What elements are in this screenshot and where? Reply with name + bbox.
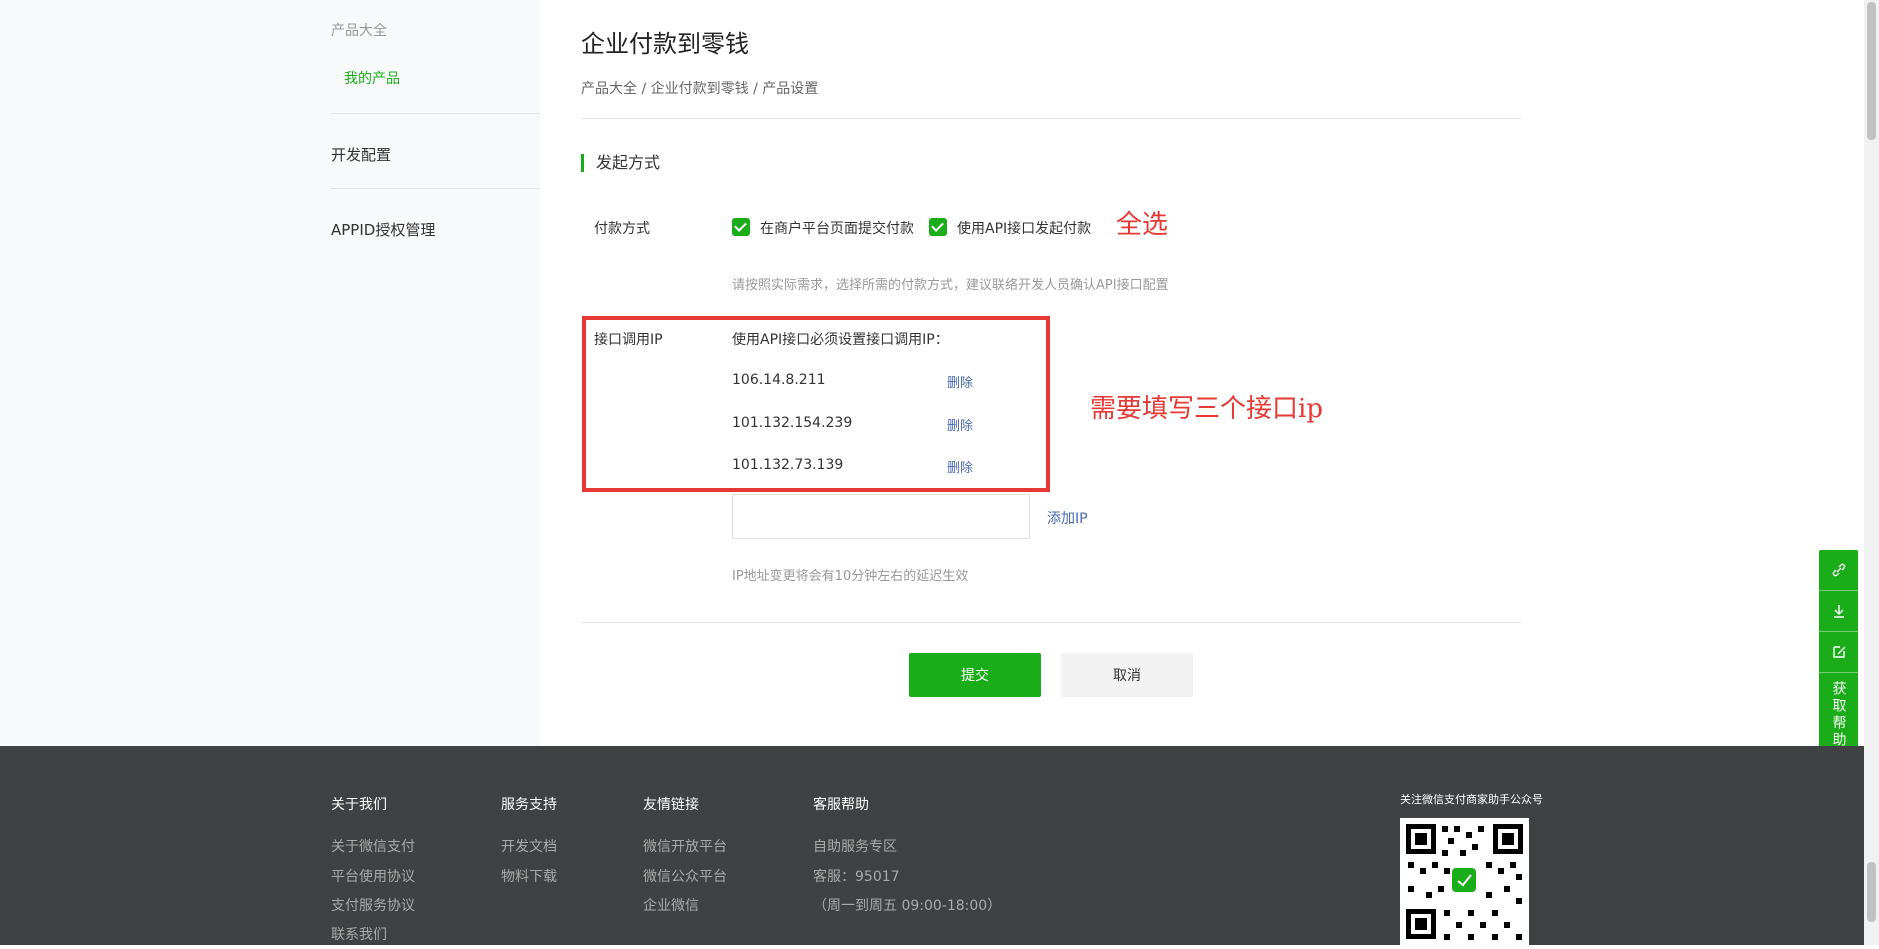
footer-col-about-title: 关于我们 [331,797,387,813]
checkbox-merchant-page-label[interactable]: 在商户平台页面提交付款 [760,218,914,238]
sidebar-section-header: 产品大全 [331,23,387,39]
footer-link[interactable]: 支付服务协议 [331,895,415,915]
sidebar-divider [331,188,540,189]
divider [581,118,1521,119]
edit-icon[interactable] [1819,632,1858,673]
qr-code [1400,818,1529,945]
sidebar: 产品大全 我的产品 开发配置 APPID授权管理 [0,0,540,746]
help-label: 获取帮助 [1830,681,1847,749]
footer-text: 客服：95017 [813,869,900,885]
footer-text: （周一到周五 09:00-18:00） [813,898,1002,914]
footer-link[interactable]: 联系我们 [331,924,387,944]
annotation-fill-ips: 需要填写三个接口ip [1090,394,1323,424]
footer-col-help-title: 客服帮助 [813,797,869,813]
ip-config-label: 接口调用IP [594,332,663,348]
breadcrumb[interactable]: 产品大全 / 企业付款到零钱 / 产品设置 [581,78,818,98]
scrollbar-thumb-lower[interactable] [1867,862,1876,922]
ip-entry-3: 101.132.73.139 [732,457,844,473]
footer-link[interactable]: 企业微信 [643,895,699,915]
footer [0,746,1864,945]
delete-ip-2-button[interactable]: 删除 [947,415,973,434]
scrollbar[interactable] [1864,0,1879,945]
annotation-select-all: 全选 [1116,210,1169,240]
footer-link[interactable]: 平台使用协议 [331,866,415,886]
ip-entry-2: 101.132.154.239 [732,415,853,431]
add-ip-button[interactable]: 添加IP [1047,508,1088,528]
sidebar-item-dev-config[interactable]: 开发配置 [331,144,391,165]
ip-config-title: 使用API接口必须设置接口调用IP： [732,332,949,348]
footer-col-friends-title: 友情链接 [643,797,699,813]
ip-change-hint: IP地址变更将会有10分钟左右的延迟生效 [732,569,969,584]
footer-link[interactable]: 开发文档 [501,836,557,856]
delete-ip-3-button[interactable]: 删除 [947,457,973,476]
download-icon[interactable] [1819,591,1858,632]
sidebar-item-appid-auth[interactable]: APPID授权管理 [331,219,435,240]
footer-col-support-title: 服务支持 [501,797,557,813]
cancel-button[interactable]: 取消 [1061,653,1193,697]
divider [581,622,1521,623]
section-title: 发起方式 [581,154,660,172]
link-icon[interactable] [1819,550,1858,591]
ip-entry-1: 106.14.8.211 [732,372,826,388]
footer-link[interactable]: 微信公众平台 [643,866,727,886]
submit-button[interactable]: 提交 [909,653,1041,697]
page-title: 企业付款到零钱 [581,30,749,58]
payment-method-hint: 请按照实际需求，选择所需的付款方式，建议联络开发人员确认API接口配置 [732,278,1169,293]
payment-method-label: 付款方式 [594,221,650,237]
footer-link[interactable]: 关于微信支付 [331,836,415,856]
checkbox-merchant-page[interactable] [732,218,750,236]
qr-title: 关注微信支付商家助手公众号 [1400,793,1543,806]
sidebar-divider [331,113,540,114]
footer-link[interactable]: 物料下载 [501,866,557,886]
floating-toolbar: 获取帮助 [1819,550,1858,763]
sidebar-item-my-products[interactable]: 我的产品 [344,68,400,88]
delete-ip-1-button[interactable]: 删除 [947,372,973,391]
footer-link[interactable]: 微信开放平台 [643,836,727,856]
scrollbar-thumb[interactable] [1867,2,1876,140]
ip-input[interactable] [732,494,1030,539]
footer-link[interactable]: 自助服务专区 [813,836,897,856]
checkbox-api-label[interactable]: 使用API接口发起付款 [957,218,1091,238]
checkbox-api[interactable] [929,218,947,236]
